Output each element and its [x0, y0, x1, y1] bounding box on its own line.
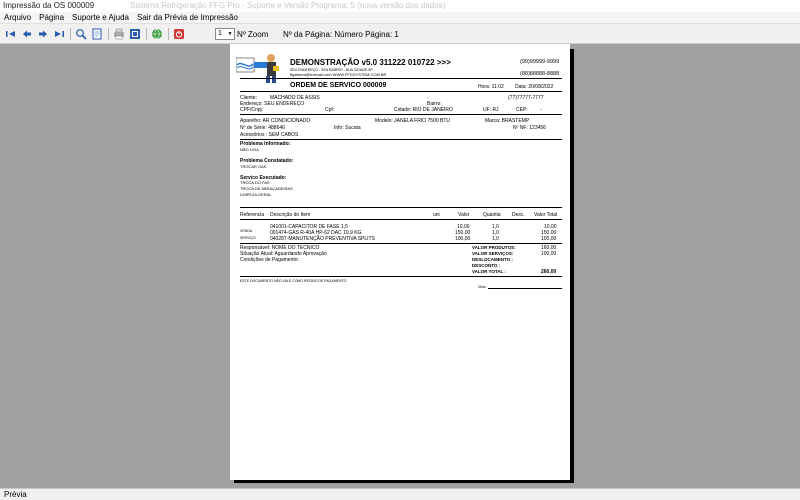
client-cep-value: - — [540, 107, 542, 113]
zoom-label: Nº Zoom — [237, 30, 269, 39]
item-desc: 040287-MANUTENÇÃO PREVENTIVA SPLITS — [270, 236, 375, 242]
first-page-icon[interactable] — [4, 27, 18, 41]
page-select[interactable]: 1 ▼ — [215, 28, 235, 40]
page-view-icon[interactable] — [90, 27, 104, 41]
company-phone-2: (88)88888-8888 — [520, 71, 560, 77]
item-qty: 1,0 — [492, 236, 499, 242]
divider — [240, 207, 562, 208]
client-cpf: CPF/Cnpj: — [240, 107, 264, 113]
footer-note: ESTE DOCUMENTO NÃO VALE COMO RECIBO DE P… — [240, 279, 347, 283]
device-nf: Nº NF: 123456 — [513, 125, 546, 131]
toolbar: 1 ▼ Nº Zoom Nº da Página: Número Página:… — [0, 24, 800, 44]
problem-informed-text: NÃO LIGA — [240, 147, 259, 152]
prev-page-icon[interactable] — [20, 27, 34, 41]
company-logo-icon — [236, 54, 279, 83]
device-model: Modelo: JANELA FRIO 7500 BTU — [375, 118, 451, 124]
client-city: Cidade: RIO DE JANEIRO — [394, 107, 453, 113]
totals-value: 260,00 — [541, 269, 557, 275]
menu-bar: Arquivo Página Suporte e Ajuda Sair da P… — [0, 12, 800, 24]
divider — [240, 114, 562, 115]
window-title-bar: Impressão da OS 000009 Sistema Refrigera… — [0, 0, 800, 12]
group-label-venda: VENDA — [240, 229, 253, 233]
item-value: 100,00 — [455, 236, 471, 242]
last-page-icon[interactable] — [52, 27, 66, 41]
client-ie: Cpf: — [325, 107, 335, 113]
divider — [240, 91, 562, 92]
divider — [240, 78, 562, 79]
next-page-icon[interactable] — [36, 27, 50, 41]
device-serial: Nº de Série: 488646 — [240, 125, 285, 131]
print-icon[interactable] — [112, 27, 126, 41]
col-value: Valor — [458, 212, 470, 218]
signature-line — [488, 288, 562, 289]
col-total: Valor Total — [534, 212, 558, 218]
menu-sair[interactable]: Sair da Prévia de Impressão — [133, 12, 242, 23]
payment-conditions: Condições de Pagamento: — [240, 257, 299, 263]
export-icon[interactable] — [128, 27, 142, 41]
service-line: LIMPEZA GERAL — [240, 192, 272, 197]
col-ref: Referencia — [240, 212, 265, 218]
window-title-ghost: Sistema Refrigeração FFG Pro - Suporte e… — [130, 1, 446, 10]
divider — [240, 219, 562, 220]
os-title: ORDEM DE SERVICO 000009 — [290, 82, 387, 89]
col-uni: uni — [433, 212, 440, 218]
menu-pagina[interactable]: Página — [35, 12, 68, 23]
group-label-servico: SERVIÇO — [240, 236, 256, 240]
col-qty: Quantia — [483, 212, 501, 218]
device: Aparelho: AR CONDICIONADO — [240, 118, 311, 124]
problem-found-text: TROCAR GAS — [240, 164, 267, 169]
zoom-icon[interactable] — [74, 27, 88, 41]
status-bar: Prévia — [0, 488, 800, 500]
exit-icon[interactable] — [172, 27, 186, 41]
menu-suporte[interactable]: Suporte e Ajuda — [68, 12, 133, 23]
divider — [240, 243, 562, 244]
web-icon[interactable] — [150, 27, 164, 41]
window-title: Impressão da OS 000009 — [3, 1, 95, 10]
client-phone: (77)77777-7777 — [508, 95, 544, 101]
totals-value: 100,00 — [541, 251, 557, 257]
os-date: Data: 20/08/2022 — [515, 84, 554, 90]
chevron-down-icon[interactable]: ▼ — [227, 30, 233, 38]
visto-label: Visto — [478, 285, 486, 289]
company-phone-1: (99)99999-9999 — [520, 59, 560, 65]
client-uf: UF: RJ — [483, 107, 499, 113]
status-text: Prévia — [4, 490, 27, 499]
menu-arquivo[interactable]: Arquivo — [0, 12, 35, 23]
page-number-label: Nº da Página: Número Página: 1 — [283, 30, 399, 39]
divider — [240, 139, 562, 140]
document-page: DEMONSTRAÇÃO v5.0 311222 010722 >>> SEU … — [230, 44, 570, 480]
totals-label: VALOR TOTAL : — [472, 269, 506, 274]
client-cep: CEP: — [516, 107, 528, 113]
col-disc: Desc. — [512, 212, 525, 218]
company-name: DEMONSTRAÇÃO v5.0 311222 010722 >>> — [290, 58, 451, 67]
divider — [240, 276, 562, 277]
os-time: Hora: 11:02 — [478, 84, 504, 90]
item-total: 100,00 — [541, 236, 557, 242]
device-accessories: Acessórios : SEM CABOS — [240, 132, 299, 138]
col-desc: Descrição do Item — [270, 212, 311, 218]
page-select-value: 1 — [218, 30, 222, 37]
device-info: Info: Sucata — [334, 125, 361, 131]
device-brand: Marca: BRASTEMP — [485, 118, 530, 124]
